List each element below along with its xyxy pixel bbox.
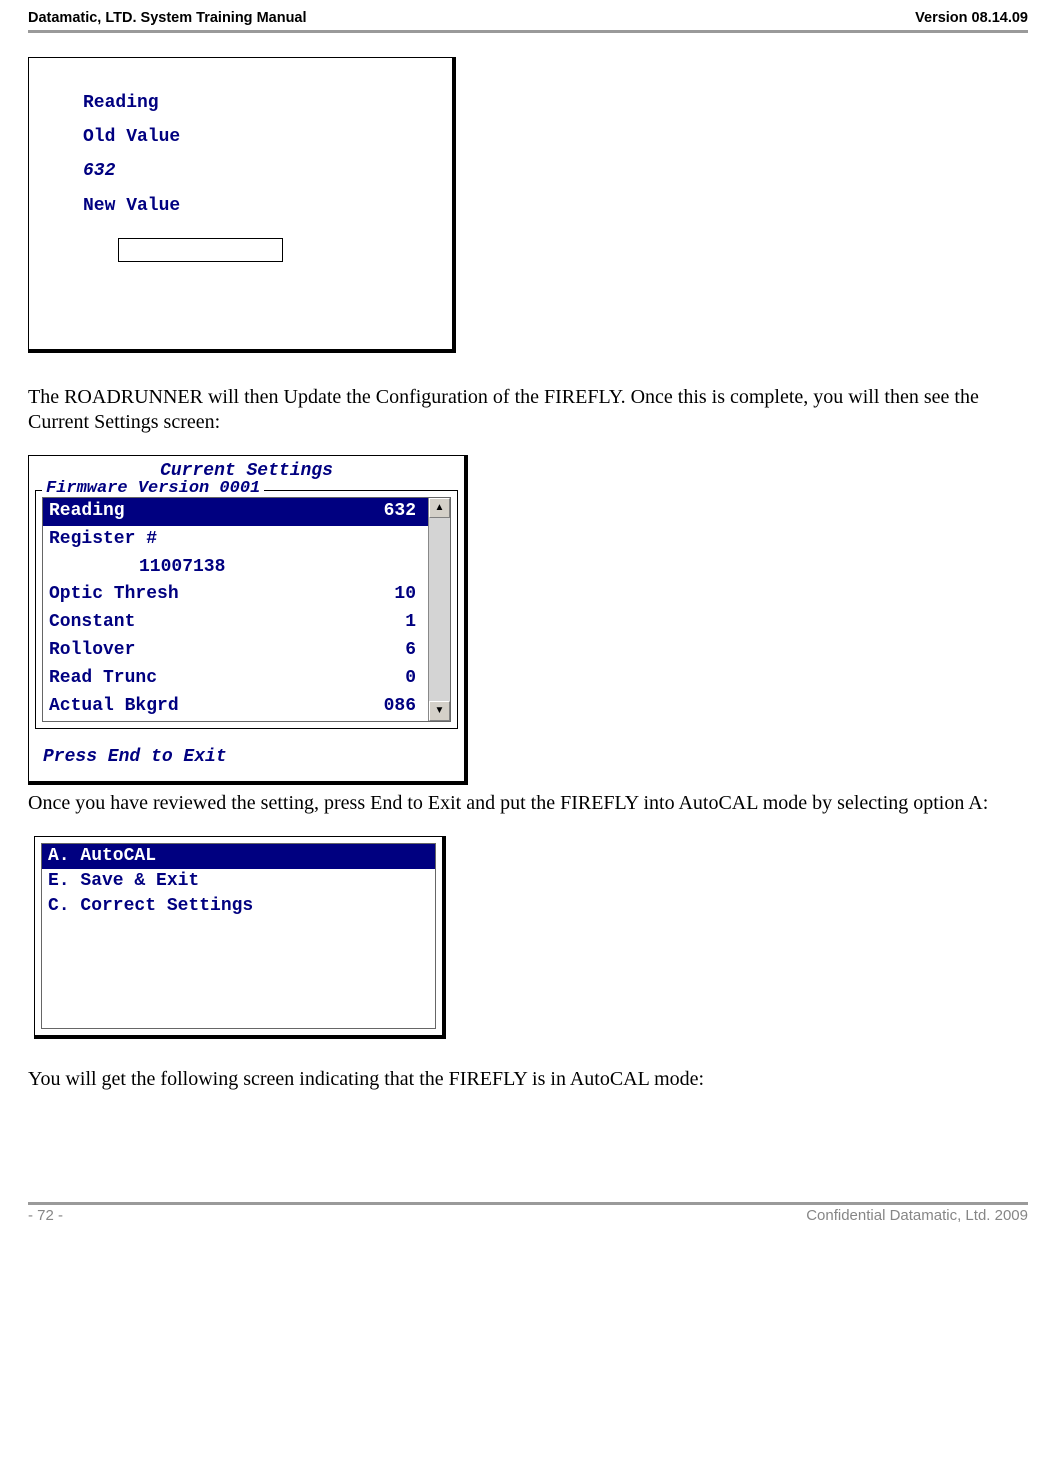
list-item[interactable]: Rollover 6 [43, 637, 428, 665]
press-end-label: Press End to Exit [35, 729, 458, 771]
menu-item-autocal[interactable]: A. AutoCAL [42, 844, 435, 869]
list-item[interactable]: Reading 632 [43, 498, 428, 526]
page-number: - 72 - [28, 1207, 63, 1224]
scroll-track[interactable] [429, 518, 450, 701]
menu-item-correct-settings[interactable]: C. Correct Settings [42, 894, 435, 919]
list-item[interactable]: 11007138 [43, 554, 428, 582]
settings-listbox[interactable]: Reading 632 Register # 11007138 Optic Th… [42, 497, 451, 722]
new-value-input[interactable] [118, 238, 283, 262]
header-rule [28, 30, 1028, 33]
reading-label: Reading [83, 86, 438, 120]
header-right: Version 08.14.09 [915, 10, 1028, 26]
new-value-label: New Value [83, 189, 438, 223]
old-value-label: Old Value [83, 120, 438, 154]
old-value-number: 632 [83, 154, 438, 188]
header-left: Datamatic, LTD. System Training Manual [28, 10, 307, 26]
screenshot-menu: A. AutoCAL E. Save & Exit C. Correct Set… [34, 836, 446, 1039]
menu-item-save-exit[interactable]: E. Save & Exit [42, 869, 435, 894]
scroll-down-icon[interactable]: ▼ [429, 701, 450, 721]
list-item[interactable]: Optic Thresh 10 [43, 581, 428, 609]
list-item[interactable]: Actual Bkgrd 086 [43, 693, 428, 721]
paragraph-2: Once you have reviewed the setting, pres… [28, 791, 1028, 816]
page-footer: - 72 - Confidential Datamatic, Ltd. 2009 [28, 1205, 1028, 1224]
page-header: Datamatic, LTD. System Training Manual V… [28, 10, 1028, 30]
list-item[interactable]: Read Trunc 0 [43, 665, 428, 693]
confidential-label: Confidential Datamatic, Ltd. 2009 [806, 1207, 1028, 1224]
screenshot-old-new-value: Reading Old Value 632 New Value [28, 57, 456, 353]
scrollbar[interactable]: ▲ ▼ [428, 498, 450, 721]
paragraph-1: The ROADRUNNER will then Update the Conf… [28, 385, 1028, 435]
list-item[interactable]: Constant 1 [43, 609, 428, 637]
screenshot-current-settings: Current Settings Firmware Version 0001 R… [28, 455, 468, 785]
scroll-up-icon[interactable]: ▲ [429, 498, 450, 518]
paragraph-3: You will get the following screen indica… [28, 1067, 1028, 1092]
menu-listbox[interactable]: A. AutoCAL E. Save & Exit C. Correct Set… [41, 843, 436, 1029]
list-item[interactable]: Register # [43, 526, 428, 554]
firmware-legend: Firmware Version 0001 [42, 480, 264, 497]
firmware-fieldset: Firmware Version 0001 Reading 632 Regist… [35, 490, 458, 729]
